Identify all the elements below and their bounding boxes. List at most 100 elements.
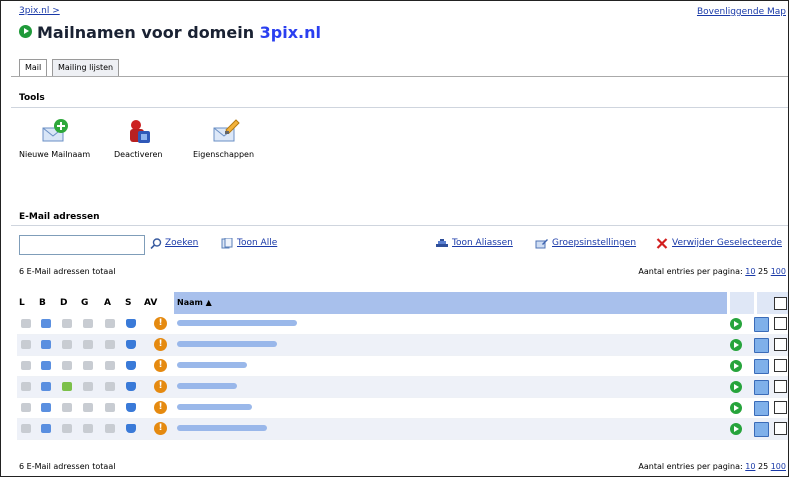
warning-icon: ! — [154, 380, 167, 393]
status-a-icon — [105, 424, 115, 433]
header-cell — [730, 292, 754, 314]
col-header-g[interactable]: G — [81, 298, 88, 308]
go-arrow-icon[interactable] — [730, 339, 742, 351]
per-page-option-100[interactable]: 100 — [771, 462, 786, 471]
edit-icon[interactable] — [754, 359, 769, 374]
status-g-icon — [83, 340, 93, 349]
status-b-icon — [41, 424, 51, 433]
new-mailname-label: Nieuwe Mailnaam — [19, 150, 91, 159]
status-l-icon — [21, 361, 31, 370]
col-header-a[interactable]: A — [104, 298, 111, 308]
select-all-checkbox[interactable] — [774, 297, 787, 310]
go-arrow-icon[interactable] — [730, 402, 742, 414]
edit-icon[interactable] — [754, 380, 769, 395]
row-checkbox[interactable] — [774, 380, 787, 393]
show-aliases-icon — [435, 238, 448, 249]
status-s-icon — [126, 403, 136, 412]
col-header-av[interactable]: AV — [144, 298, 157, 308]
edit-icon[interactable] — [754, 422, 769, 437]
group-settings-button[interactable]: Groepsinstellingen — [552, 238, 636, 248]
status-b-icon — [41, 403, 51, 412]
status-l-icon — [21, 424, 31, 433]
new-mail-icon — [39, 116, 71, 146]
email-link[interactable] — [177, 425, 267, 431]
col-header-d[interactable]: D — [60, 298, 67, 308]
status-l-icon — [21, 382, 31, 391]
status-s-icon — [126, 340, 136, 349]
deactivate-icon — [122, 116, 154, 146]
table-row: ! — [17, 314, 788, 335]
group-settings-icon — [535, 238, 548, 249]
row-checkbox[interactable] — [774, 338, 787, 351]
search-icon — [150, 238, 162, 250]
total-count-bottom: 6 E-Mail adressen totaal — [19, 462, 116, 471]
table-row: ! — [17, 356, 788, 377]
status-g-icon — [83, 361, 93, 370]
per-page-option-25: 25 — [757, 267, 769, 276]
status-a-icon — [105, 403, 115, 412]
col-header-l[interactable]: L — [19, 298, 25, 308]
tab-mail[interactable]: Mail — [19, 59, 48, 77]
deactivate-button[interactable]: Deactiveren — [114, 116, 163, 159]
edit-icon[interactable] — [754, 317, 769, 332]
breadcrumb-link[interactable]: 3pix.nl > — [19, 6, 60, 16]
play-circle-icon — [19, 25, 32, 38]
status-s-icon — [126, 361, 136, 370]
go-arrow-icon[interactable] — [730, 381, 742, 393]
status-g-icon — [83, 403, 93, 412]
status-s-icon — [126, 382, 136, 391]
show-aliases-button[interactable]: Toon Aliassen — [452, 238, 513, 248]
tab-mailing-lists[interactable]: Mailing lijsten — [52, 59, 120, 77]
email-link[interactable] — [177, 383, 237, 389]
status-d-icon — [62, 382, 72, 391]
row-checkbox[interactable] — [774, 422, 787, 435]
go-arrow-icon[interactable] — [730, 423, 742, 435]
status-s-icon — [126, 319, 136, 328]
per-page-option-10[interactable]: 10 — [745, 267, 755, 276]
page-title: Mailnamen voor domein 3pix.nl — [37, 23, 321, 42]
warning-icon: ! — [154, 359, 167, 372]
row-checkbox[interactable] — [774, 359, 787, 372]
status-g-icon — [83, 319, 93, 328]
show-all-button[interactable]: Toon Alle — [237, 238, 277, 248]
per-page-option-10[interactable]: 10 — [745, 462, 755, 471]
email-link[interactable] — [177, 341, 277, 347]
edit-icon[interactable] — [754, 401, 769, 416]
status-a-icon — [105, 319, 115, 328]
email-link[interactable] — [177, 320, 297, 326]
properties-button[interactable]: Eigenschappen — [193, 116, 254, 159]
status-a-icon — [105, 361, 115, 370]
total-count-top: 6 E-Mail adressen totaal — [19, 267, 116, 276]
email-link[interactable] — [177, 404, 252, 410]
col-header-s[interactable]: S — [125, 298, 131, 308]
go-arrow-icon[interactable] — [730, 360, 742, 372]
tools-divider — [11, 107, 788, 108]
warning-icon: ! — [154, 401, 167, 414]
col-header-b[interactable]: B — [39, 298, 46, 308]
name-header-bar — [174, 292, 727, 314]
status-a-icon — [105, 382, 115, 391]
show-all-icon — [221, 237, 233, 249]
per-page-option-100[interactable]: 100 — [771, 267, 786, 276]
table-row: ! — [17, 377, 788, 398]
status-b-icon — [41, 319, 51, 328]
edit-icon[interactable] — [754, 338, 769, 353]
search-button[interactable]: Zoeken — [165, 238, 198, 248]
col-header-naam[interactable]: Naam ▲ — [177, 298, 212, 307]
row-checkbox[interactable] — [774, 401, 787, 414]
parent-folder-link[interactable]: Bovenliggende Map — [697, 7, 786, 17]
status-l-icon — [21, 403, 31, 412]
go-arrow-icon[interactable] — [730, 318, 742, 330]
row-checkbox[interactable] — [774, 317, 787, 330]
per-page-bottom: Aantal entries per pagina: 10 25 100 — [638, 462, 786, 471]
per-page-label: Aantal entries per pagina: — [638, 267, 743, 276]
warning-icon: ! — [154, 317, 167, 330]
status-g-icon — [83, 382, 93, 391]
email-link[interactable] — [177, 362, 247, 368]
tab-divider — [11, 76, 788, 77]
deactivate-label: Deactiveren — [114, 150, 163, 159]
status-d-icon — [62, 424, 72, 433]
search-input[interactable] — [19, 235, 145, 255]
delete-selected-button[interactable]: Verwijder Geselecteerde — [672, 238, 782, 248]
new-mailname-button[interactable]: Nieuwe Mailnaam — [19, 116, 90, 159]
